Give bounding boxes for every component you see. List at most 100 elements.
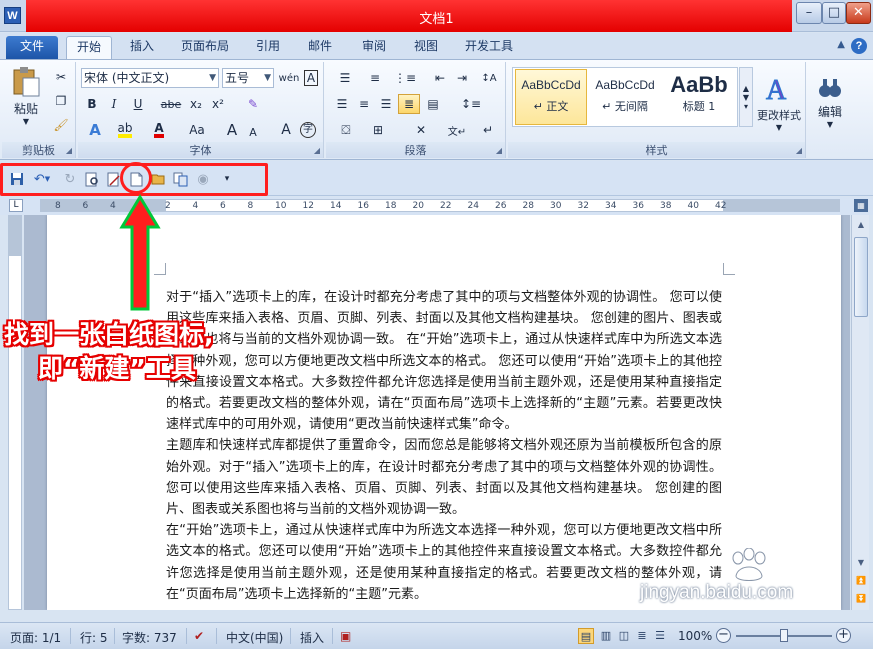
view-ruler-button[interactable]: ▦ xyxy=(854,199,868,212)
ruler-number: 24 xyxy=(467,201,479,211)
minimize-ribbon-icon[interactable]: ▲ xyxy=(837,39,845,50)
align-right-button[interactable]: ☰ xyxy=(376,94,396,114)
style-heading-1[interactable]: AaBb 标题 1 xyxy=(663,69,735,125)
multilevel-list-button[interactable]: ⋮≡ xyxy=(392,68,418,88)
tab-developer[interactable]: 开发工具 xyxy=(456,36,522,59)
align-left-button[interactable]: ☰ xyxy=(332,94,352,114)
font-color-button[interactable]: A xyxy=(146,120,172,140)
tab-page-layout[interactable]: 页面布局 xyxy=(172,36,238,59)
styles-launcher-icon[interactable]: ◢ xyxy=(796,146,802,155)
chevron-down-icon: ▼ xyxy=(264,73,271,83)
decrease-indent-button[interactable]: ⇤ xyxy=(430,68,450,88)
line-number[interactable]: 行: 5 xyxy=(80,629,108,646)
tab-references[interactable]: 引用 xyxy=(246,36,290,59)
paragraph[interactable]: 在“开始”选项卡上，通过从快速样式库中为所选文本选择一种外观，您可以方便地更改文… xyxy=(166,520,722,605)
chevron-down-icon: ▼ xyxy=(742,92,750,102)
scroll-up-icon[interactable]: ▲ xyxy=(854,217,868,233)
tab-review[interactable]: 审阅 xyxy=(352,36,396,59)
shading-button[interactable]: ⛋ xyxy=(332,120,360,140)
clear-format-button[interactable]: ✎ xyxy=(242,94,264,114)
full-screen-view-button[interactable]: ▥ xyxy=(598,628,614,644)
styles-scroll-buttons[interactable]: ▲ ▼ ▾ xyxy=(739,67,753,127)
word-count[interactable]: 字数: 737 xyxy=(122,629,177,646)
outline-view-button[interactable]: ≣ xyxy=(634,628,650,644)
borders-button[interactable]: ⊞ xyxy=(364,120,392,140)
paste-dropdown-icon[interactable]: ▼ xyxy=(23,117,29,126)
superscript-button[interactable]: x² xyxy=(208,94,228,114)
bold-button[interactable]: B xyxy=(82,94,102,114)
change-case-button[interactable]: Aa xyxy=(182,120,212,140)
tab-insert[interactable]: 插入 xyxy=(120,36,164,59)
phonetic-icon: wén xyxy=(278,72,300,84)
ruler-number: 30 xyxy=(550,201,562,211)
minimize-button[interactable]: – xyxy=(796,2,822,24)
style-normal[interactable]: AaBbCcDd ↵ 正文 xyxy=(515,69,587,125)
insert-mode-indicator[interactable]: 插入 xyxy=(300,629,324,646)
maximize-button[interactable]: □ xyxy=(822,2,846,24)
help-icon[interactable]: ? xyxy=(851,38,867,54)
paragraph[interactable]: 主题库和快速样式库都提供了重置命令，因而您总是能够将文档外观还原为当前模板所包含… xyxy=(166,435,722,520)
paragraph-launcher-icon[interactable]: ◢ xyxy=(496,146,502,155)
zoom-out-button[interactable]: − xyxy=(716,628,731,643)
clipboard-launcher-icon[interactable]: ◢ xyxy=(66,146,72,155)
asian-typography-button[interactable]: 文↵ xyxy=(442,120,472,140)
line-spacing-button[interactable]: ↕≡ xyxy=(456,94,486,114)
enclose-char-button[interactable]: 字 xyxy=(298,120,318,140)
print-layout-view-button[interactable]: ▤ xyxy=(578,628,594,644)
subscript-button[interactable]: x₂ xyxy=(186,94,206,114)
zoom-slider-knob[interactable] xyxy=(780,629,788,642)
grow-font-button[interactable]: A xyxy=(222,120,242,140)
tab-stop-selector[interactable]: L xyxy=(9,199,23,212)
eraser-icon: ✎ xyxy=(247,97,259,111)
cut-button[interactable]: ✂ xyxy=(52,68,70,86)
format-painter-button[interactable]: 🖌 xyxy=(52,116,70,134)
sort-button[interactable]: ↕A xyxy=(478,68,500,88)
style-no-spacing[interactable]: AaBbCcDd ↵ 无间隔 xyxy=(589,69,661,125)
web-layout-view-button[interactable]: ◫ xyxy=(616,628,632,644)
highlight-button[interactable]: ab xyxy=(112,120,138,140)
char-border-button[interactable]: A xyxy=(302,67,320,89)
zoom-in-button[interactable]: + xyxy=(836,628,851,643)
show-marks-button[interactable]: ↵ xyxy=(476,120,500,140)
change-styles-button[interactable]: A 更改样式 ▼ xyxy=(754,66,804,138)
language-indicator[interactable]: 中文(中国) xyxy=(226,629,283,646)
editing-button[interactable]: 编辑 ▼ xyxy=(812,66,848,138)
draft-view-button[interactable]: ☰ xyxy=(652,628,668,644)
copy-button[interactable]: ❐ xyxy=(52,92,70,110)
scroll-thumb[interactable] xyxy=(854,237,868,317)
font-size-select[interactable]: 五号 ▼ xyxy=(222,68,274,88)
underline-button[interactable]: U xyxy=(126,94,150,114)
font-name-select[interactable]: 宋体 (中文正文) ▼ xyxy=(81,68,219,88)
close-button[interactable]: ✕ xyxy=(846,2,871,24)
previous-page-icon[interactable]: ⏫ xyxy=(854,573,868,589)
font-launcher-icon[interactable]: ◢ xyxy=(314,146,320,155)
tab-file[interactable]: 文件 xyxy=(6,36,58,59)
proofing-icon[interactable]: ✔ xyxy=(194,629,204,643)
next-page-icon[interactable]: ⏬ xyxy=(854,591,868,607)
ribbon-tabs: 文件 开始 插入 页面布局 引用 邮件 审阅 视图 开发工具 ▲ ? xyxy=(0,33,873,59)
vertical-scrollbar[interactable]: ▲ ▼ ⏫ ⏬ xyxy=(851,215,869,610)
tab-view[interactable]: 视图 xyxy=(404,36,448,59)
align-center-button[interactable]: ≡ xyxy=(354,94,374,114)
text-effects-button[interactable]: A xyxy=(82,120,108,140)
phonetic-guide-button[interactable]: wén xyxy=(278,67,300,89)
numbering-button[interactable]: ≡ xyxy=(362,68,388,88)
paragraph-group: ☰ ≡ ⋮≡ ⇤ ⇥ ↕A ☰ ≡ ☰ ≣ ▤ ↕≡ ⛋ ⊞ ✕ 文↵ ↵ 段落… xyxy=(326,62,506,158)
increase-indent-button[interactable]: ⇥ xyxy=(452,68,472,88)
page-count[interactable]: 页面: 1/1 xyxy=(10,629,61,646)
justify-button[interactable]: ≣ xyxy=(398,94,420,114)
vertical-ruler[interactable] xyxy=(8,215,22,610)
macro-record-icon[interactable]: ▣ xyxy=(340,629,351,643)
tab-home[interactable]: 开始 xyxy=(66,36,112,59)
strikethrough-button[interactable]: abe xyxy=(158,94,184,114)
bullets-button[interactable]: ☰ xyxy=(332,68,358,88)
shrink-font-button[interactable]: A xyxy=(244,122,262,142)
tab-mailings[interactable]: 邮件 xyxy=(298,36,342,59)
char-shading-button[interactable]: A xyxy=(276,120,296,140)
paste-button[interactable]: 粘贴 ▼ xyxy=(6,66,46,126)
zoom-level[interactable]: 100% xyxy=(678,629,712,643)
italic-button[interactable]: I xyxy=(104,94,124,114)
distributed-button[interactable]: ▤ xyxy=(422,94,444,114)
scroll-down-icon[interactable]: ▼ xyxy=(854,555,868,571)
chinese-layout-button[interactable]: ✕ xyxy=(406,120,436,140)
